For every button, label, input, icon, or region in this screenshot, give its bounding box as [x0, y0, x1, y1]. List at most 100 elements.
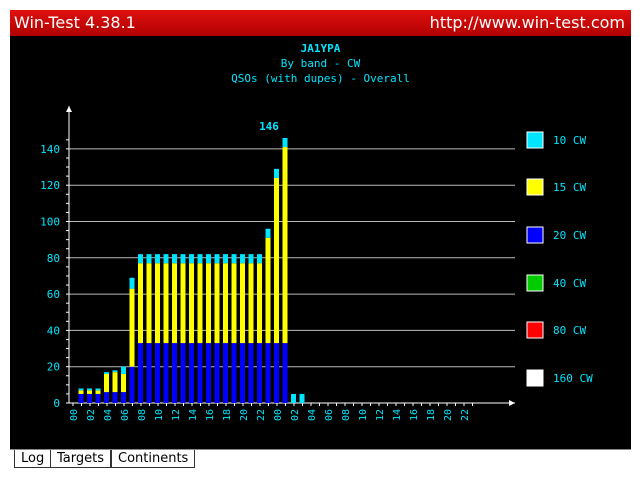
bar-segment: [121, 366, 126, 374]
bar-segment: [257, 263, 262, 344]
tab-log[interactable]: Log: [14, 450, 52, 468]
x-tick-label: 02: [86, 409, 97, 421]
x-tick-label: 00: [69, 409, 80, 421]
legend-swatch: [526, 131, 544, 149]
bar-segment: [299, 393, 305, 403]
bar-segment: [180, 254, 186, 264]
legend-label: 15 CW: [553, 181, 586, 194]
x-tick-label: 14: [188, 409, 199, 421]
bar-segment: [121, 392, 126, 403]
legend-swatch: [526, 321, 544, 339]
bar-segment: [240, 254, 245, 264]
y-tick-label: 60: [47, 288, 60, 301]
title-bar[interactable]: Win-Test 4.38.1 http://www.win-test.com: [0, 0, 640, 36]
bar-segment: [231, 254, 237, 264]
app-title: Win-Test 4.38.1: [14, 13, 136, 32]
bar-segment: [129, 366, 135, 403]
bar-segment: [163, 343, 169, 403]
bar-segment: [291, 393, 296, 403]
x-tick-label: 16: [409, 409, 420, 421]
bar-segment: [172, 263, 177, 344]
bar-segment: [87, 388, 92, 391]
bar-segment: [104, 373, 109, 393]
bar-segment: [95, 388, 101, 391]
bar-segment: [197, 343, 203, 403]
peak-label: 146: [259, 120, 279, 133]
tab-bar: Log Targets Continents: [10, 449, 631, 472]
bar-segment: [78, 388, 84, 391]
legend-swatch: [526, 369, 544, 387]
x-tick-label: 10: [358, 409, 369, 421]
legend-swatch: [526, 226, 544, 244]
y-tick-label: 0: [53, 397, 60, 410]
bar-segment: [180, 263, 186, 344]
bar-segment: [206, 263, 211, 344]
y-axis-arrow: [66, 106, 72, 112]
legend-label: 10 CW: [553, 134, 586, 147]
bar-segment: [129, 288, 135, 367]
y-tick-label: 140: [40, 143, 60, 156]
bar-segment: [146, 254, 152, 264]
bar-segment: [223, 343, 228, 403]
bar-segment: [95, 393, 101, 403]
chart-area: JA1YPA By band - CW QSOs (with dupes) - Ov…: [10, 36, 631, 449]
y-tick-label: 20: [47, 361, 60, 374]
bar-segment: [248, 343, 254, 403]
bar-segment: [104, 392, 109, 403]
bar-segment: [78, 393, 84, 403]
tab-continents[interactable]: Continents: [111, 450, 196, 468]
bar-segment: [265, 228, 271, 238]
legend-swatch: [526, 274, 544, 292]
legend-label: 40 CW: [553, 277, 586, 290]
x-tick-label: 14: [392, 409, 403, 421]
bar-segment: [146, 263, 152, 344]
bar-segment: [87, 390, 92, 394]
x-tick-label: 20: [239, 409, 250, 421]
bar-segment: [214, 263, 220, 344]
bar-segment: [163, 254, 169, 264]
bar-segment: [197, 263, 203, 344]
x-tick-label: 08: [341, 409, 352, 421]
y-tick-label: 80: [47, 252, 60, 265]
tab-targets[interactable]: Targets: [50, 450, 111, 468]
bar-segment: [121, 373, 126, 393]
bar-segment: [248, 254, 254, 264]
bar-segment: [172, 343, 177, 403]
y-tick-label: 120: [40, 179, 60, 192]
bar-segment: [240, 263, 245, 344]
band-chart: JA1YPA By band - CW QSOs (with dupes) - Ov…: [40, 42, 593, 421]
app-window: Win-Test 4.38.1 http://www.win-test.com …: [0, 0, 640, 477]
x-tick-label: 22: [460, 409, 471, 421]
bar-segment: [206, 343, 211, 403]
x-tick-label: 04: [103, 409, 114, 421]
x-tick-label: 16: [205, 409, 216, 421]
bar-segment: [257, 343, 262, 403]
bar-segment: [95, 390, 101, 394]
x-axis-arrow: [509, 400, 515, 406]
x-tick-label: 00: [273, 409, 284, 421]
x-tick-label: 18: [222, 409, 233, 421]
bar-segment: [206, 254, 211, 264]
x-tick-label: 06: [324, 409, 335, 421]
bar-segment: [78, 390, 84, 394]
chart-subtitle-2: QSOs (with dupes) - Overall: [231, 72, 410, 85]
bar-segment: [274, 177, 279, 344]
bar-segment: [138, 343, 143, 403]
x-tick-label: 22: [256, 409, 267, 421]
bar-segment: [112, 372, 118, 393]
bar-segment: [231, 343, 237, 403]
app-url[interactable]: http://www.win-test.com: [430, 13, 625, 32]
x-tick-label: 02: [290, 409, 301, 421]
x-tick-label: 12: [375, 409, 386, 421]
bar-segment: [172, 254, 177, 264]
bar-segment: [138, 263, 143, 344]
bar-segment: [155, 343, 160, 403]
bar-segment: [112, 370, 118, 373]
x-tick-label: 06: [120, 409, 131, 421]
bar-segment: [265, 343, 271, 403]
bar-segment: [155, 254, 160, 264]
bar-segment: [240, 343, 245, 403]
bar-segment: [282, 138, 288, 148]
y-tick-label: 40: [47, 324, 60, 337]
bar-segment: [282, 147, 288, 344]
